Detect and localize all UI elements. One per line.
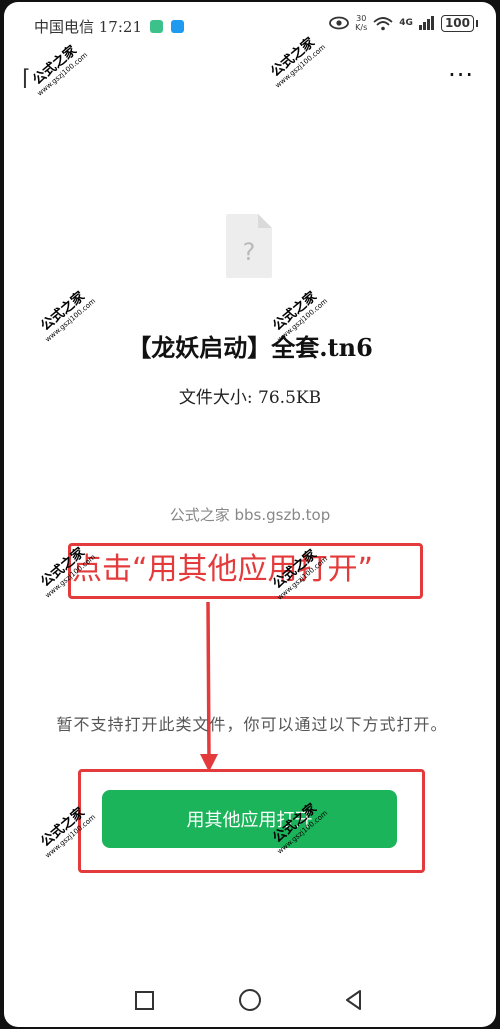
annotation-text: 点击“用其他应用打开” [72,552,374,587]
status-bar: 中国电信 17:21 30 K/s 4G 100 [4,2,496,50]
unknown-file-icon: ? [226,214,272,278]
carrier-time-text: 中国电信 17:21 [34,18,142,36]
wifi-icon [373,16,393,30]
unsupported-message: 暂不支持打开此类文件，你可以通过以下方式打开。 [56,715,448,734]
file-icon-glyph: ? [243,238,256,266]
open-with-other-app-button[interactable]: 用其他应用打开 [102,790,397,848]
annotation-arrow-icon [200,602,218,772]
more-options-icon[interactable]: ··· [448,63,474,87]
brand-watermark-text: 公式之家 bbs.gszb.top [169,506,331,524]
home-icon[interactable] [239,989,261,1011]
battery-indicator: 100 [440,14,479,32]
recent-apps-icon[interactable] [135,991,154,1010]
file-name: 【龙妖启动】全套.tn6 [127,333,373,362]
net-speed: 30 K/s [355,14,368,32]
network-type: 4G [399,18,413,28]
status-carrier-time: 中国电信 17:21 [34,16,184,37]
eye-icon [329,16,350,30]
notification-app-icon [149,20,163,33]
status-indicators: 30 K/s 4G 100 [329,14,479,32]
system-navigation-bar [4,977,496,1027]
search-app-icon [170,20,184,33]
file-size: 文件大小: 76.5KB [178,388,322,408]
signal-icon [418,16,434,30]
app-screen: 中国电信 17:21 30 K/s 4G 100 ⌈ ··· ? 【龙妖启动】全… [4,2,496,1027]
back-icon[interactable]: ⌈ [22,68,31,90]
back-triangle-icon[interactable] [344,989,362,1011]
